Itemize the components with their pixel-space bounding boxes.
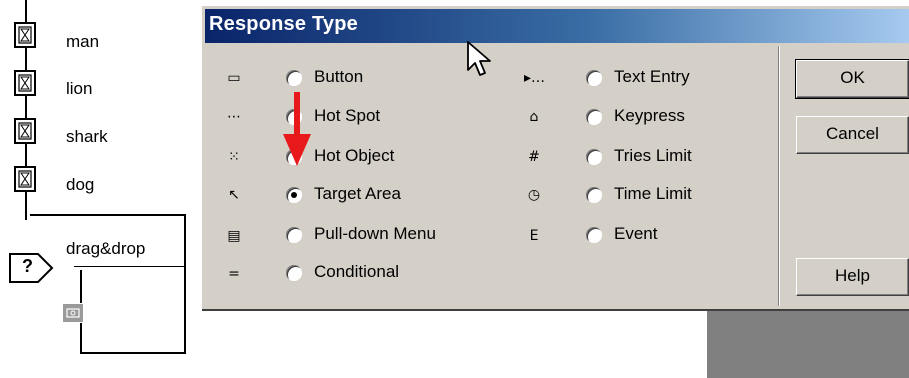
mouse-cursor-icon bbox=[467, 41, 491, 76]
radio-button[interactable] bbox=[286, 70, 302, 86]
loop-line-top bbox=[30, 214, 186, 216]
conditional-icon: = bbox=[228, 266, 240, 282]
option-label-target-area[interactable]: Target Area bbox=[314, 184, 401, 204]
flow-item-label[interactable]: man bbox=[66, 32, 99, 52]
ok-button[interactable]: OK bbox=[795, 59, 909, 99]
option-label-button[interactable]: Button bbox=[314, 67, 363, 87]
time-limit-icon: ◷ bbox=[527, 187, 541, 203]
loop-line-bottom bbox=[80, 352, 186, 354]
keypress-icon: ⌂ bbox=[529, 109, 539, 125]
radio-selected-dot bbox=[291, 192, 297, 198]
flow-item-label[interactable]: lion bbox=[66, 79, 92, 99]
text-entry-icon: ▸… bbox=[524, 70, 546, 86]
option-label-tries-limit[interactable]: Tries Limit bbox=[614, 146, 692, 166]
radio-tries-limit[interactable] bbox=[586, 149, 602, 165]
wait-icon[interactable] bbox=[14, 166, 36, 192]
option-label-hot-object[interactable]: Hot Object bbox=[314, 146, 394, 166]
option-label-event[interactable]: Event bbox=[614, 224, 657, 244]
option-label-pulldown-menu[interactable]: Pull-down Menu bbox=[314, 224, 436, 244]
annotation-arrow-icon bbox=[283, 92, 311, 166]
radio-event[interactable] bbox=[586, 227, 602, 243]
interaction-label[interactable]: drag&drop bbox=[66, 239, 145, 259]
cancel-button[interactable]: Cancel bbox=[796, 116, 909, 154]
flow-item-label[interactable]: shark bbox=[66, 127, 108, 147]
loop-line-right bbox=[184, 214, 186, 354]
branch-line-top bbox=[74, 266, 184, 267]
option-label-time-limit[interactable]: Time Limit bbox=[614, 184, 692, 204]
radio-pulldown-menu[interactable] bbox=[286, 227, 302, 243]
tries-limit-icon: # bbox=[528, 149, 540, 165]
flowline-panel: man lion shark dog ? drag&drop bbox=[0, 0, 205, 378]
event-icon: E bbox=[529, 228, 539, 244]
radio-keypress[interactable] bbox=[586, 109, 602, 125]
target-area-icon: ↖ bbox=[228, 187, 240, 203]
button-icon: ▭ bbox=[227, 70, 241, 86]
radio-text-entry[interactable] bbox=[586, 70, 602, 86]
option-label-hot-spot[interactable]: Hot Spot bbox=[314, 106, 380, 126]
radio-target-area[interactable] bbox=[286, 187, 302, 203]
flow-item-label[interactable]: dog bbox=[66, 175, 94, 195]
vertical-separator bbox=[778, 46, 780, 306]
target-response-icon[interactable] bbox=[62, 303, 84, 323]
radio-conditional[interactable] bbox=[286, 265, 302, 281]
option-label-text-entry[interactable]: Text Entry bbox=[614, 67, 690, 87]
option-label-keypress[interactable]: Keypress bbox=[614, 106, 685, 126]
background-area bbox=[707, 310, 909, 378]
dialog-title: Response Type bbox=[209, 13, 358, 35]
pulldown-menu-icon: ▤ bbox=[227, 228, 241, 244]
radio-time-limit[interactable] bbox=[586, 187, 602, 203]
hot-object-icon: ⁙ bbox=[228, 149, 240, 165]
wait-icon[interactable] bbox=[14, 118, 36, 144]
option-label-conditional[interactable]: Conditional bbox=[314, 262, 399, 282]
wait-icon[interactable] bbox=[14, 70, 36, 96]
hot-spot-icon: ⋯ bbox=[227, 109, 241, 125]
wait-icon[interactable] bbox=[14, 22, 36, 48]
interaction-symbol: ? bbox=[22, 256, 33, 276]
dialog-titlebar[interactable]: Response Type bbox=[205, 9, 909, 43]
help-button[interactable]: Help bbox=[796, 258, 909, 296]
